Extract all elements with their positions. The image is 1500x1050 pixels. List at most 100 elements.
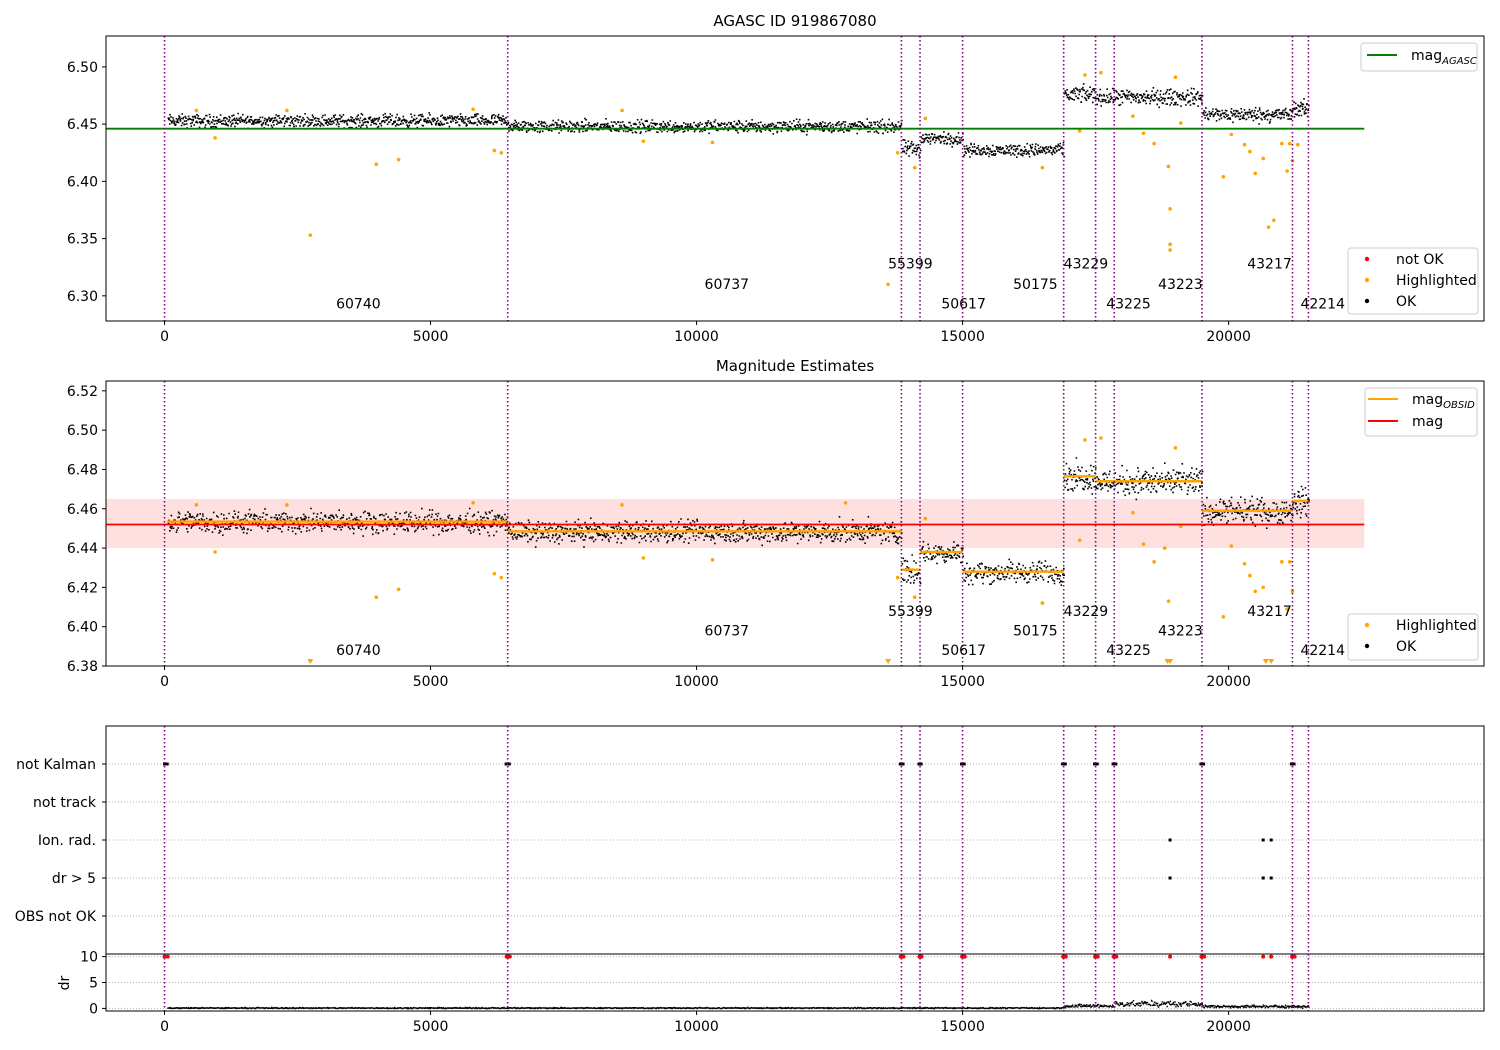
estimates-top-legend-label: mag	[1412, 414, 1443, 430]
agasc-highlighted-point	[492, 148, 497, 153]
estimates-obsid-label: 50175	[1013, 624, 1058, 640]
agasc-highlighted-point	[499, 150, 504, 155]
agasc-bottom-legend-label: Highlighted	[1396, 273, 1477, 289]
agasc-highlighted-point	[1152, 141, 1156, 146]
agasc-highlighted-point	[285, 108, 289, 113]
dr-y-tick-label: 0	[89, 1001, 98, 1017]
agasc-highlighted-point	[1229, 132, 1234, 137]
estimates-x-tick-label: 5000	[413, 674, 449, 690]
estimates-highlighted-point	[499, 575, 504, 580]
dr-axis-label: dr	[57, 975, 73, 990]
flag-point	[165, 762, 169, 766]
estimates-highlighted-point	[1166, 599, 1171, 603]
estimates-highlighted-point	[1288, 560, 1292, 564]
agasc-obsid-label: 50175	[1013, 277, 1058, 293]
agasc-highlighted-point	[1131, 114, 1135, 118]
agasc-y-tick-label: 6.30	[67, 289, 98, 305]
agasc-highlighted-point	[1099, 70, 1103, 75]
agasc-obsid-label: 42214	[1300, 296, 1345, 312]
agasc-panel-title: AGASC ID 919867080	[713, 12, 876, 30]
agasc-highlighted-point	[710, 140, 715, 145]
agasc-highlighted-point	[374, 162, 379, 166]
estimates-highlighted-point	[1248, 573, 1252, 578]
estimates-highlighted-point	[471, 501, 475, 505]
dr-x-tick-label: 10000	[674, 1019, 719, 1035]
flag-point	[1269, 838, 1273, 842]
dr-clipped-point	[1261, 954, 1266, 959]
agasc-obsid-label: 60737	[705, 277, 750, 293]
agasc-y-tick-label: 6.45	[67, 117, 98, 133]
agasc-highlighted-point	[213, 136, 217, 140]
estimates-y-tick-label: 6.40	[67, 620, 98, 636]
agasc-highlighted-point	[886, 282, 890, 287]
agasc-highlighted-point	[1083, 73, 1087, 77]
magnitude-estimates-marker-legend: Highlighted OK	[1347, 613, 1479, 661]
agasc-highlighted-point	[1242, 142, 1247, 147]
agasc-highlighted-point	[641, 139, 646, 144]
agasc-x-tick-label: 0	[160, 329, 169, 345]
flag-point	[1261, 876, 1265, 880]
estimates-highlighted-point	[641, 556, 646, 560]
estimates-obsid-label: 42214	[1300, 643, 1345, 659]
estimates-y-tick-label: 6.50	[67, 423, 98, 439]
agasc-obsid-label: 55399	[888, 256, 933, 272]
estimates-highlighted-point	[1253, 589, 1258, 594]
flag-point	[1261, 838, 1265, 842]
estimates-x-tick-label: 0	[160, 674, 169, 690]
estimates-highlighted-point	[1221, 615, 1226, 619]
flag-category-label: not Kalman	[16, 757, 96, 773]
agasc-bottom-legend-marker-swatch	[1364, 298, 1370, 304]
estimates-bottom-legend-marker-swatch	[1364, 643, 1370, 649]
agasc-highlighted-point	[194, 108, 199, 113]
estimates-highlighted-point	[1261, 585, 1266, 590]
estimates-obsid-label: 50617	[941, 643, 986, 659]
estimates-highlighted-point	[912, 595, 917, 600]
estimates-obsid-label: 43225	[1106, 643, 1151, 659]
estimates-obsid-label: 43223	[1158, 624, 1203, 640]
estimates-obsid-label: 55399	[888, 604, 933, 620]
estimates-highlighted-point	[285, 503, 289, 507]
dr-y-tick-label: 5	[89, 976, 98, 992]
agasc-highlighted-point	[1266, 225, 1271, 229]
estimates-highlighted-point	[492, 571, 497, 576]
flag-category-label: Ion. rad.	[38, 833, 96, 849]
estimates-highlighted-point	[194, 503, 199, 507]
agasc-highlighted-point	[1288, 141, 1292, 146]
estimates-obsid-label: 60737	[705, 624, 750, 640]
estimates-highlighted-point	[1083, 438, 1087, 442]
agasc-obsid-label: 43229	[1064, 256, 1109, 272]
agasc-highlighted-point	[1173, 75, 1178, 80]
dr-x-tick-label: 5000	[413, 1019, 449, 1035]
estimates-y-tick-label: 6.44	[67, 541, 98, 557]
agasc-x-tick-label: 5000	[413, 329, 449, 345]
estimates-highlighted-point	[374, 595, 379, 600]
estimates-y-tick-label: 6.38	[67, 659, 98, 675]
agasc-x-tick-label: 20000	[1206, 329, 1251, 345]
estimates-obsid-label: 43217	[1247, 604, 1292, 620]
agasc-highlighted-point	[1168, 248, 1172, 252]
estimates-highlighted-point	[923, 516, 928, 521]
flag-category-label: not track	[33, 795, 97, 811]
dr-y-tick-label: 10	[80, 950, 98, 966]
agasc-obsid-label: 60740	[336, 296, 381, 312]
agasc-highlighted-point	[308, 233, 313, 237]
estimates-bottom-legend-label: OK	[1396, 639, 1417, 655]
estimates-highlighted-point	[620, 503, 624, 507]
estimates-highlighted-point	[1280, 560, 1284, 564]
estimates-highlighted-point	[843, 501, 848, 505]
agasc-obsid-label: 43225	[1106, 296, 1151, 312]
agasc-highlighted-point	[1280, 141, 1284, 146]
dr-clipped-point	[165, 954, 170, 959]
flag-category-label: dr > 5	[52, 871, 96, 887]
dr-x-tick-label: 0	[160, 1019, 169, 1035]
estimates-highlighted-point	[1229, 544, 1234, 548]
flag-point	[1168, 838, 1172, 842]
agasc-highlighted-point	[620, 108, 624, 113]
agasc-highlighted-point	[1221, 174, 1226, 179]
agasc-highlighted-point	[1285, 169, 1289, 173]
agasc-bottom-legend-label: OK	[1396, 294, 1417, 310]
agasc-bottom-legend-marker-swatch	[1364, 277, 1370, 283]
agasc-highlighted-point	[1141, 131, 1146, 136]
figure: AGASC ID 919867080 0 5000 10000 15000 200006…	[0, 0, 1500, 1050]
agasc-y-tick-label: 6.50	[67, 60, 98, 76]
